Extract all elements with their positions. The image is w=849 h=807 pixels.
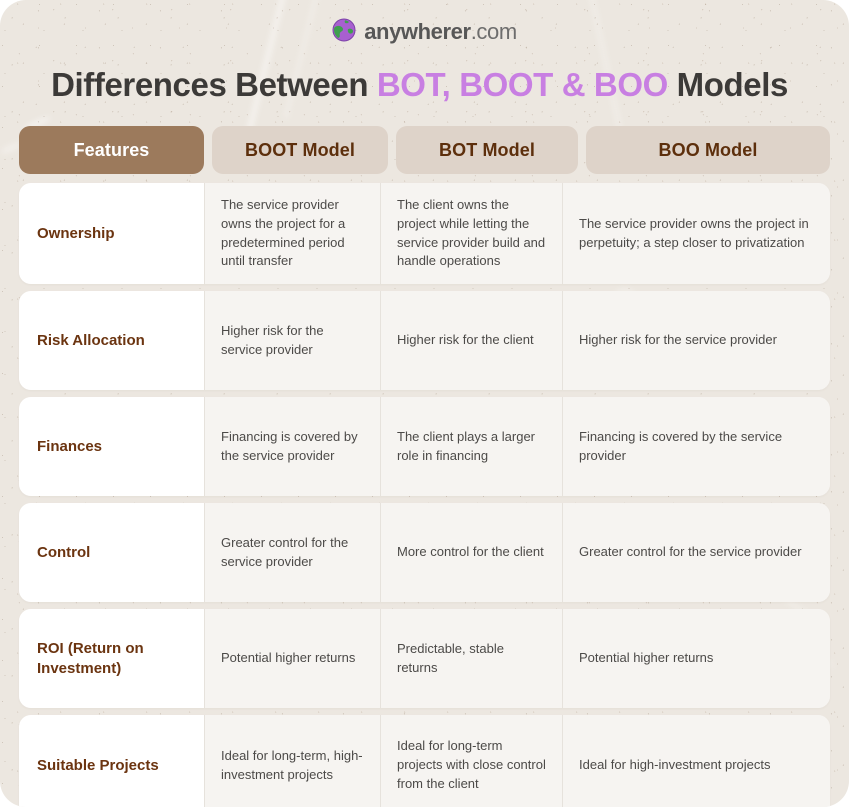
feature-label: ROI (Return on Investment) xyxy=(19,609,204,708)
cell-text: Greater control for the service provider xyxy=(221,534,349,569)
cell-boo: Greater control for the service provider xyxy=(562,503,830,602)
cell-boot: The service provider owns the project fo… xyxy=(204,183,380,284)
brand-tld: .com xyxy=(470,19,517,44)
cell-text: Potential higher returns xyxy=(221,650,356,666)
column-header-boot-model: BOOT Model xyxy=(212,126,388,174)
cell-text: The service provider owns the project fo… xyxy=(221,196,346,269)
cell-bot: Predictable, stable returns xyxy=(380,609,562,708)
cell-text: Higher risk for the service provider xyxy=(221,322,324,357)
cell-text: More control for the client xyxy=(397,544,544,560)
cell-boo: Potential higher returns xyxy=(562,609,830,708)
brand-name-bold: anywherer xyxy=(364,19,471,44)
cell-boo: Financing is covered by the service prov… xyxy=(562,397,830,496)
table-row: ROI (Return on Investment) Potential hig… xyxy=(19,609,830,708)
cell-text: Predictable, stable returns xyxy=(397,640,504,675)
cell-bot: Higher risk for the client xyxy=(380,291,562,390)
cell-boo: Ideal for high-investment projects xyxy=(562,715,830,807)
cell-boo: The service provider owns the project in… xyxy=(562,183,830,284)
table-row: Control Greater control for the service … xyxy=(19,503,830,602)
table-row: Risk Allocation Higher risk for the serv… xyxy=(19,291,830,390)
cell-boot: Greater control for the service provider xyxy=(204,503,380,602)
cell-text: The client plays a larger role in financ… xyxy=(397,428,536,463)
column-header-features: Features xyxy=(19,126,204,174)
cell-text: Ideal for long-term, high-investment pro… xyxy=(221,747,363,782)
cell-boot: Higher risk for the service provider xyxy=(204,291,380,390)
cell-text: Financing is covered by the service prov… xyxy=(221,428,358,463)
feature-label: Control xyxy=(19,503,204,602)
table-row: Ownership The service provider owns the … xyxy=(19,183,830,284)
cell-text: Higher risk for the client xyxy=(397,332,534,348)
page-title: Differences Between BOT, BOOT & BOO Mode… xyxy=(0,66,849,104)
cell-boot: Ideal for long-term, high-investment pro… xyxy=(204,715,380,807)
cell-text: Greater control for the service provider xyxy=(579,544,802,560)
feature-label: Finances xyxy=(19,397,204,496)
cell-text: Potential higher returns xyxy=(579,650,714,666)
cell-bot: More control for the client xyxy=(380,503,562,602)
cell-text: The service provider owns the project in… xyxy=(579,215,809,250)
cell-text: The client owns the project while lettin… xyxy=(397,196,546,269)
globe-icon xyxy=(332,18,356,47)
feature-label: Suitable Projects xyxy=(19,715,204,807)
cell-boo: Higher risk for the service provider xyxy=(562,291,830,390)
cell-bot: Ideal for long-term projects with close … xyxy=(380,715,562,807)
feature-label: Risk Allocation xyxy=(19,291,204,390)
brand-logo: anywherer.com xyxy=(0,0,849,64)
table-row: Suitable Projects Ideal for long-term, h… xyxy=(19,715,830,807)
cell-boot: Potential higher returns xyxy=(204,609,380,708)
table-row: Finances Financing is covered by the ser… xyxy=(19,397,830,496)
cell-text: Higher risk for the service provider xyxy=(579,332,777,348)
cell-bot: The client plays a larger role in financ… xyxy=(380,397,562,496)
cell-boot: Financing is covered by the service prov… xyxy=(204,397,380,496)
cell-bot: The client owns the project while lettin… xyxy=(380,183,562,284)
title-accent: BOT, BOOT & BOO xyxy=(376,66,668,103)
infographic-page: anywherer.com Differences Between BOT, B… xyxy=(0,0,849,807)
brand-name: anywherer.com xyxy=(364,19,517,45)
cell-text: Ideal for high-investment projects xyxy=(579,757,771,773)
comparison-table: Features BOOT Model BOT Model BOO Model … xyxy=(19,126,830,807)
cell-text: Financing is covered by the service prov… xyxy=(579,428,783,463)
table-header-row: Features BOOT Model BOT Model BOO Model xyxy=(19,126,830,174)
title-part-2: Models xyxy=(667,66,789,103)
cell-text: Ideal for long-term projects with close … xyxy=(397,738,546,791)
feature-label: Ownership xyxy=(19,183,204,284)
column-header-bot-model: BOT Model xyxy=(396,126,578,174)
title-part-1: Differences Between xyxy=(51,66,377,103)
column-header-boo-model: BOO Model xyxy=(586,126,830,174)
